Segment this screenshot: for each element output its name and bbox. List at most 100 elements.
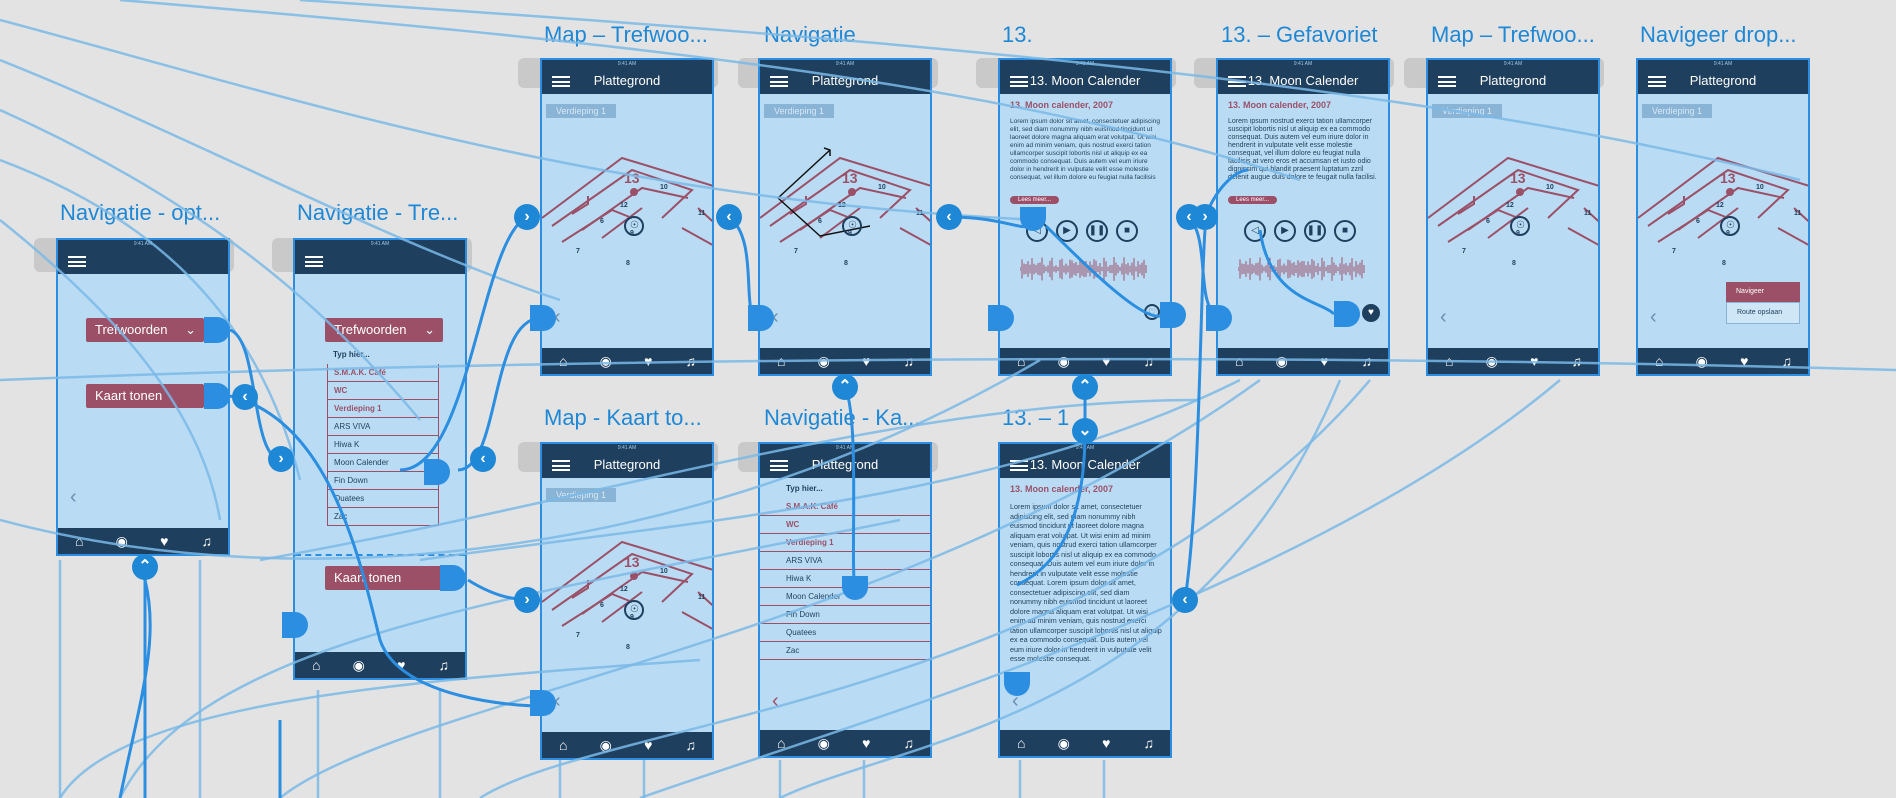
list-item[interactable]: Fin Down <box>327 472 439 490</box>
floor-badge[interactable]: Verdieping 1 <box>764 104 835 118</box>
heart-icon[interactable]: ♥ <box>1312 348 1336 374</box>
chevron-left-icon[interactable]: ‹ <box>232 384 258 410</box>
heart-icon[interactable]: ♥ <box>1094 348 1118 374</box>
music-icon[interactable]: ♫ <box>1565 348 1589 374</box>
link-hotspot[interactable] <box>1206 305 1232 331</box>
heart-icon[interactable]: ♥ <box>1732 348 1756 374</box>
chevron-up-icon[interactable]: ⌃ <box>132 554 158 580</box>
search-input[interactable]: Typ hier... <box>327 346 439 364</box>
list-item[interactable]: Hiwa K <box>327 436 439 454</box>
heart-icon[interactable]: ♥ <box>854 348 878 374</box>
user-icon[interactable]: ◉ <box>812 348 836 374</box>
user-icon[interactable]: ◉ <box>1052 348 1076 374</box>
list-item[interactable]: S.M.A.K. Café <box>760 498 930 516</box>
back-icon[interactable]: ‹ <box>1650 306 1657 329</box>
artboard-label[interactable]: Map - Kaart to... <box>544 405 702 431</box>
artboard-label[interactable]: Navigatie - opt... <box>60 200 220 226</box>
stop-icon[interactable]: ■ <box>1116 220 1138 242</box>
back-icon[interactable]: ‹ <box>70 486 77 509</box>
music-icon[interactable]: ♫ <box>432 652 456 678</box>
floor-map[interactable] <box>542 502 714 642</box>
menu-icon[interactable] <box>552 76 570 87</box>
list-item[interactable]: WC <box>327 382 439 400</box>
menu-icon[interactable] <box>68 256 86 267</box>
user-icon[interactable]: ◉ <box>594 348 618 374</box>
home-icon[interactable]: ⌂ <box>1009 730 1033 756</box>
list-item[interactable]: Moon Calender <box>327 454 439 472</box>
navigeer-option[interactable]: Navigeer <box>1726 282 1800 302</box>
kaart-tonen-button[interactable]: Kaart tonen <box>86 384 204 408</box>
back-icon[interactable]: ‹ <box>772 690 779 713</box>
heart-icon[interactable]: ♥ <box>1094 730 1118 756</box>
route-opslaan-option[interactable]: Route opslaan <box>1726 302 1800 324</box>
list-item[interactable]: Zac <box>760 642 930 660</box>
user-icon[interactable]: ◉ <box>1270 348 1294 374</box>
menu-icon[interactable] <box>770 460 788 471</box>
kaart-tonen-button[interactable]: Kaart tonen <box>325 566 443 590</box>
music-icon[interactable]: ♫ <box>679 348 703 374</box>
heart-icon[interactable]: ♥ <box>389 652 413 678</box>
home-icon[interactable]: ⌂ <box>304 652 328 678</box>
floor-map[interactable] <box>760 118 932 258</box>
floor-badge[interactable]: Verdieping 1 <box>546 104 617 118</box>
home-icon[interactable]: ⌂ <box>551 348 575 374</box>
artboard-map-trefwoorden[interactable]: 9:41 AM Plattegrond Verdieping 1 13 10 12 6 9 11… <box>540 58 714 376</box>
lees-meer-button[interactable]: Lees meer... <box>1010 196 1060 204</box>
home-icon[interactable]: ⌂ <box>769 348 793 374</box>
menu-icon[interactable] <box>1010 460 1028 471</box>
link-hotspot[interactable] <box>1160 302 1186 328</box>
home-icon[interactable]: ⌂ <box>1227 348 1251 374</box>
trefwoorden-button[interactable]: Trefwoorden ⌄ <box>325 318 443 342</box>
artboard-navigatie-ka[interactable]: 9:41 AM Plattegrond Typ hier... S.M.A.K.… <box>758 442 932 758</box>
artboard-label[interactable]: Map – Trefwoo... <box>544 22 708 48</box>
link-hotspot[interactable] <box>282 612 308 638</box>
music-icon[interactable]: ♫ <box>897 730 921 756</box>
play-icon[interactable]: ▶ <box>1274 220 1296 242</box>
link-hotspot[interactable] <box>440 565 466 591</box>
user-icon[interactable]: ◉ <box>812 730 836 756</box>
artboard-label[interactable]: Navigatie - Ka... <box>764 405 921 431</box>
list-item[interactable]: ARS VIVA <box>327 418 439 436</box>
chevron-right-icon[interactable]: › <box>268 446 294 472</box>
list-item[interactable]: S.M.A.K. Café <box>327 364 439 382</box>
menu-icon[interactable] <box>1228 76 1246 87</box>
floor-badge[interactable]: Verdieping 1 <box>546 488 617 502</box>
artboard-label[interactable]: Navigeer drop... <box>1640 22 1797 48</box>
menu-icon[interactable] <box>1010 76 1028 87</box>
stop-icon[interactable]: ■ <box>1334 220 1356 242</box>
footprint-icon[interactable]: ☉ <box>1516 220 1525 231</box>
chevron-up-icon[interactable]: ⌃ <box>832 374 858 400</box>
search-input[interactable]: Typ hier... <box>760 480 930 498</box>
artboard-label[interactable]: Navigatie - Tre... <box>297 200 458 226</box>
chevron-down-icon[interactable]: ⌄ <box>1072 418 1098 444</box>
menu-icon[interactable] <box>552 460 570 471</box>
heart-icon[interactable]: ♥ <box>636 348 660 374</box>
chevron-right-icon[interactable]: › <box>514 587 540 613</box>
footprint-icon[interactable]: ☉ <box>1726 220 1735 231</box>
artboard-label[interactable]: Map – Trefwoo... <box>1431 22 1595 48</box>
heart-filled-icon[interactable]: ♥ <box>1362 304 1380 322</box>
play-icon[interactable]: ▶ <box>1056 220 1078 242</box>
music-icon[interactable]: ♫ <box>1137 348 1161 374</box>
menu-icon[interactable] <box>1438 76 1456 87</box>
list-item[interactable]: Quatees <box>760 624 930 642</box>
home-icon[interactable]: ⌂ <box>67 528 91 554</box>
music-icon[interactable]: ♫ <box>679 732 703 758</box>
footprint-icon[interactable]: ☉ <box>630 220 639 231</box>
link-hotspot[interactable] <box>530 305 556 331</box>
chevron-right-icon[interactable]: › <box>1192 204 1218 230</box>
heart-icon[interactable]: ♥ <box>152 528 176 554</box>
user-icon[interactable]: ◉ <box>110 528 134 554</box>
back-icon[interactable]: ‹ <box>1440 306 1447 329</box>
list-item[interactable]: Verdieping 1 <box>760 534 930 552</box>
chevron-right-icon[interactable]: › <box>514 204 540 230</box>
artboard-label[interactable]: 13. <box>1002 22 1033 48</box>
pause-icon[interactable]: ❚❚ <box>1086 220 1108 242</box>
rewind-icon[interactable]: ◁ <box>1244 220 1266 242</box>
floor-badge[interactable]: Verdieping 1 <box>1432 104 1503 118</box>
pause-icon[interactable]: ❚❚ <box>1304 220 1326 242</box>
home-icon[interactable]: ⌂ <box>1647 348 1671 374</box>
user-icon[interactable]: ◉ <box>347 652 371 678</box>
artboard-label[interactable]: 13. – Gefavoriet <box>1221 22 1378 48</box>
link-hotspot[interactable] <box>424 459 450 485</box>
